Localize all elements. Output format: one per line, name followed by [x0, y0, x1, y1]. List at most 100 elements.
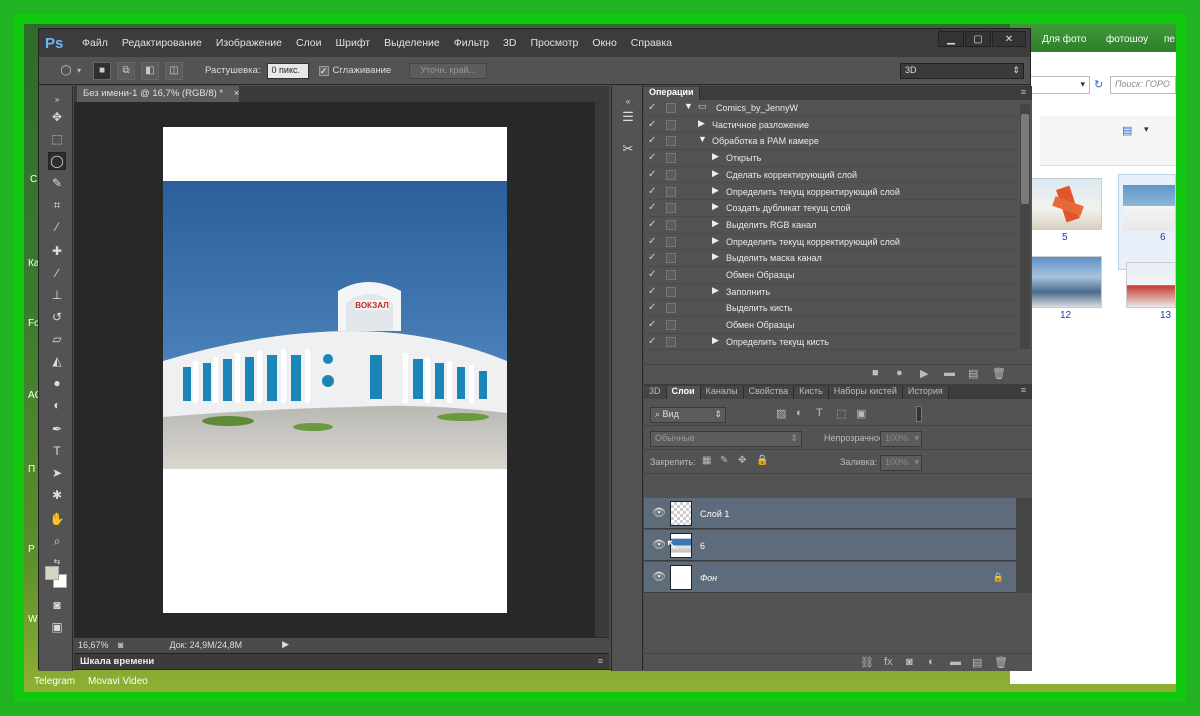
blend-mode-select[interactable]: Обычные ⇕ [650, 431, 802, 447]
file-thumbnail[interactable] [1030, 256, 1102, 308]
action-toggle-check-icon[interactable]: ✓ [648, 219, 658, 231]
foreground-color-swatch[interactable] [45, 566, 59, 580]
view-options-icon[interactable]: ▤ [1122, 124, 1132, 137]
dialog-toggle-box[interactable] [666, 253, 676, 264]
lasso-tool-icon[interactable]: ◯ [48, 152, 66, 170]
action-toggle-check-icon[interactable]: ✓ [648, 119, 658, 131]
stop-icon[interactable]: ■ [872, 367, 879, 379]
clone-stamp-tool-icon[interactable]: ⊥ [48, 286, 66, 304]
eraser-tool-icon[interactable]: ▱ [48, 330, 66, 348]
lock-image-icon[interactable]: ✎ [720, 455, 728, 466]
explorer-link[interactable]: Для фото [1042, 34, 1086, 45]
explorer-link[interactable]: фотошоу [1106, 34, 1148, 45]
lasso-tool-preset-icon[interactable]: ◯ [57, 62, 75, 80]
desktop-icon-label[interactable]: П [28, 464, 35, 475]
menu-select[interactable]: Выделение [384, 37, 440, 49]
type-tool-icon[interactable]: T [48, 442, 66, 460]
lock-all-icon[interactable]: 🔒 [756, 455, 768, 466]
dialog-toggle-box[interactable] [666, 136, 676, 147]
new-layer-icon[interactable]: ▤ [972, 656, 982, 669]
collapsed-triangle-icon[interactable]: ▶ [712, 185, 719, 196]
action-toggle-check-icon[interactable]: ✓ [648, 102, 658, 114]
timeline-label[interactable]: Шкала времени [80, 656, 154, 667]
tab-actions[interactable]: Операции [644, 87, 700, 100]
record-icon[interactable]: ● [896, 367, 903, 379]
quick-select-tool-icon[interactable]: ✎ [48, 174, 66, 192]
workspace-select[interactable]: 3D ⇕ [900, 63, 1024, 79]
menu-edit[interactable]: Редактирование [122, 37, 202, 49]
chevron-down-icon[interactable]: ▾ [1144, 124, 1149, 135]
menu-view[interactable]: Просмотр [530, 37, 578, 49]
close-button[interactable]: ✕ [992, 31, 1026, 47]
menu-image[interactable]: Изображение [216, 37, 282, 49]
zoom-tool-icon[interactable]: ⌕ [48, 532, 66, 550]
dodge-tool-icon[interactable]: ◐ [48, 396, 66, 414]
action-toggle-check-icon[interactable]: ✓ [648, 336, 658, 348]
action-row[interactable]: ✓ ▶ Определить текущ корректирующий слой [644, 184, 1018, 201]
collapsed-triangle-icon[interactable]: ▶ [712, 151, 719, 162]
menu-help[interactable]: Справка [631, 37, 672, 49]
history-brush-tool-icon[interactable]: ↺ [48, 308, 66, 326]
hand-tool-icon[interactable]: ✋ [48, 510, 66, 528]
dialog-toggle-box[interactable] [666, 270, 676, 280]
new-group-icon[interactable]: ▬ [950, 656, 961, 668]
tab-channels[interactable]: Каналы [700, 386, 744, 399]
action-row[interactable]: ✓ ▶ Определить текущ корректирующий слой [644, 234, 1018, 251]
action-row[interactable]: ✓ ▶ Заполнить [644, 284, 1018, 301]
action-row[interactable]: ✓ Обмен Образцы [644, 267, 1018, 284]
brush-tool-icon[interactable]: ∕ [48, 264, 66, 282]
new-set-icon[interactable]: ▬ [944, 367, 955, 379]
healing-brush-tool-icon[interactable]: ✚ [48, 242, 66, 260]
collapse-icon[interactable]: » [48, 90, 66, 108]
desktop-icon-label[interactable]: Р [28, 544, 35, 555]
menu-filter[interactable]: Фильтр [454, 37, 489, 49]
action-row[interactable]: ✓ ▶ Сделать корректирующий слой [644, 167, 1018, 184]
minimize-button[interactable]: ▁ [938, 31, 964, 47]
menu-window[interactable]: Окно [592, 37, 616, 49]
lock-transparent-icon[interactable]: ▦ [702, 455, 711, 466]
play-icon[interactable]: ▶ [920, 367, 928, 380]
refresh-icon[interactable]: ↻ [1094, 78, 1103, 91]
collapsed-triangle-icon[interactable]: ▶ [712, 201, 719, 212]
filter-type-icon[interactable]: T [816, 407, 823, 419]
maximize-button[interactable]: ▢ [965, 31, 991, 47]
panel-menu-icon[interactable]: ≡ [1021, 385, 1026, 395]
crop-tool-icon[interactable]: ⌗ [48, 196, 66, 214]
action-row[interactable]: ✓ ▶ Открыть [644, 150, 1018, 167]
dialog-toggle-box[interactable] [666, 169, 676, 180]
action-toggle-check-icon[interactable]: ✓ [648, 202, 658, 214]
layer-row[interactable]: 👁 Фон 🔒 [644, 562, 1016, 593]
link-layers-icon[interactable]: ⛓ [860, 656, 874, 669]
tab-3d[interactable]: 3D [644, 386, 667, 399]
desktop-icon-label[interactable]: W [28, 614, 37, 625]
desktop-icon-label[interactable]: С [30, 174, 37, 185]
subtract-selection-icon[interactable]: ◧ [141, 61, 160, 80]
move-tool-icon[interactable]: ✥ [48, 108, 66, 126]
dialog-toggle-box[interactable] [666, 153, 676, 164]
filter-shape-icon[interactable]: ⬚ [836, 407, 846, 420]
filter-pixel-icon[interactable]: ▨ [776, 407, 786, 420]
chevron-down-icon[interactable]: ▾ [77, 66, 81, 75]
action-toggle-check-icon[interactable]: ✓ [648, 269, 658, 281]
collapsed-triangle-icon[interactable]: ▶ [712, 235, 719, 246]
new-selection-icon[interactable]: ■ [93, 61, 112, 80]
action-toggle-check-icon[interactable]: ✓ [648, 252, 658, 264]
zoom-level[interactable]: 16,67% [78, 640, 118, 650]
lock-position-icon[interactable]: ✥ [738, 455, 746, 466]
action-toggle-check-icon[interactable]: ✓ [648, 319, 658, 331]
canvas-vertical-scrollbar[interactable] [595, 102, 609, 637]
status-arrow-icon[interactable]: ▶ [282, 639, 289, 650]
dialog-toggle-box[interactable] [666, 186, 676, 197]
action-row[interactable]: ✓ ▶ Частичное разложение [644, 117, 1018, 134]
action-row[interactable]: ✓ ▶ Создать дубликат текущ слой [644, 200, 1018, 217]
pen-tool-icon[interactable]: ✒ [48, 420, 66, 438]
dialog-toggle-box[interactable] [666, 236, 676, 247]
dialog-toggle-box[interactable] [666, 219, 676, 230]
menu-type[interactable]: Шрифт [336, 37, 371, 49]
paint-bucket-tool-icon[interactable]: ◭ [48, 352, 66, 370]
visibility-eye-icon[interactable]: 👁 [652, 506, 666, 519]
menu-file[interactable]: Файл [82, 37, 108, 49]
layer-row[interactable]: 👁 Слой 1 [644, 498, 1016, 529]
taskbar-item-telegram[interactable]: Telegram [34, 676, 75, 687]
trash-icon[interactable]: 🗑 [992, 367, 1006, 380]
